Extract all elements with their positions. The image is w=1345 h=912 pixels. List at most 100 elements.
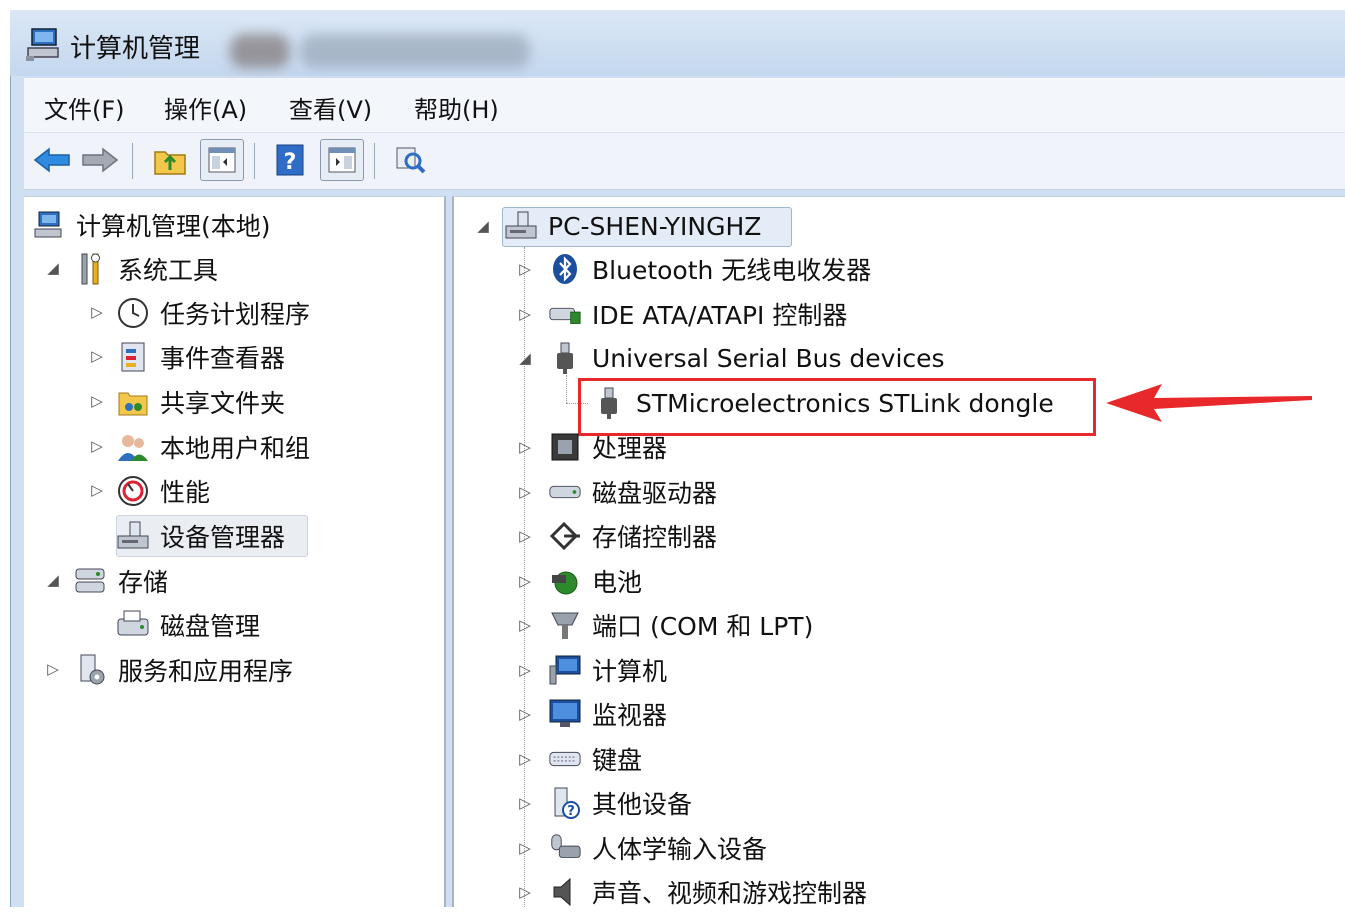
- expand-arrow-icon[interactable]: ▷: [90, 303, 104, 321]
- tree-label: 声音、视频和游戏控制器: [592, 879, 868, 908]
- device-category-sound-video[interactable]: 声音、视频和游戏控制器: [548, 872, 867, 912]
- disk-management-icon: [116, 608, 150, 642]
- window-title: 计算机管理: [70, 34, 201, 64]
- tree-item-local-users-groups[interactable]: 本地用户和组: [116, 427, 310, 467]
- tree-label: STMicroelectronics STLink dongle: [636, 388, 1054, 418]
- speaker-icon: [548, 875, 582, 909]
- tree-label: 人体学输入设备: [592, 835, 768, 864]
- up-folder-icon[interactable]: [150, 139, 190, 181]
- monitor-icon: [548, 697, 582, 731]
- tree-item-system-tools[interactable]: 系统工具: [74, 249, 218, 289]
- device-category-storage-controllers[interactable]: 存储控制器: [548, 516, 717, 556]
- device-category-ports[interactable]: 端口 (COM 和 LPT): [548, 605, 813, 645]
- collapse-arrow-icon[interactable]: ◢: [46, 259, 60, 277]
- tree-label: PC-SHEN-YINGHZ: [548, 211, 762, 241]
- device-tree[interactable]: ◢ PC-SHEN-YINGHZ ▷ Bluetooth 无线电收发器 ▷ ID…: [452, 196, 1345, 908]
- device-stlink-dongle[interactable]: STMicroelectronics STLink dongle: [592, 383, 1054, 423]
- battery-icon: [548, 564, 582, 598]
- services-icon: [74, 653, 108, 687]
- expand-arrow-icon[interactable]: ▷: [518, 750, 532, 768]
- device-category-ide-controller[interactable]: IDE ATA/ATAPI 控制器: [548, 294, 847, 334]
- device-category-other-devices[interactable]: ? 其他设备: [548, 783, 692, 823]
- tree-item-services-applications[interactable]: 服务和应用程序: [74, 650, 293, 690]
- tree-item-task-scheduler[interactable]: 任务计划程序: [116, 293, 310, 333]
- storage-icon: [74, 564, 108, 598]
- collapse-arrow-icon[interactable]: ◢: [46, 571, 60, 589]
- tree-label: IDE ATA/ATAPI 控制器: [592, 301, 848, 330]
- device-category-battery[interactable]: 电池: [548, 561, 642, 601]
- expand-arrow-icon[interactable]: ▷: [518, 794, 532, 812]
- expand-arrow-icon[interactable]: ▷: [518, 661, 532, 679]
- expand-arrow-icon[interactable]: ▷: [518, 260, 532, 278]
- tree-item-event-viewer[interactable]: 事件查看器: [116, 337, 285, 377]
- device-category-disk-drives[interactable]: 磁盘驱动器: [548, 472, 717, 512]
- port-connector-icon: [548, 608, 582, 642]
- tree-label: Bluetooth 无线电收发器: [592, 256, 872, 285]
- expand-arrow-icon[interactable]: ▷: [518, 305, 532, 323]
- collapse-arrow-icon[interactable]: ◢: [518, 349, 532, 367]
- tree-label: 电池: [592, 568, 643, 597]
- expand-arrow-icon[interactable]: ▷: [518, 705, 532, 723]
- expand-arrow-icon[interactable]: ▷: [518, 527, 532, 545]
- tools-icon: [74, 252, 108, 286]
- tree-item-shared-folders[interactable]: 共享文件夹: [116, 382, 285, 422]
- computer-monitor-icon: [548, 653, 582, 687]
- expand-arrow-icon[interactable]: ▷: [90, 392, 104, 410]
- collapse-arrow-icon[interactable]: ◢: [476, 217, 490, 235]
- action-pane-icon[interactable]: [320, 139, 364, 181]
- tree-label: 存储控制器: [592, 523, 718, 552]
- tree-label: 其他设备: [592, 790, 693, 819]
- device-category-monitor[interactable]: 监视器: [548, 694, 667, 734]
- tree-label: 共享文件夹: [160, 389, 286, 418]
- tree-label: 磁盘驱动器: [592, 479, 718, 508]
- tree-label: 计算机: [592, 657, 668, 686]
- menu-view[interactable]: 查看(V): [289, 90, 372, 125]
- device-category-usb-devices[interactable]: Universal Serial Bus devices: [548, 338, 945, 378]
- tree-label: 存储: [118, 568, 169, 597]
- expand-arrow-icon[interactable]: ▷: [46, 660, 60, 678]
- bluetooth-icon: [548, 252, 582, 286]
- device-category-hid[interactable]: 人体学输入设备: [548, 828, 767, 868]
- expand-arrow-icon[interactable]: ▷: [90, 347, 104, 365]
- expand-arrow-icon[interactable]: ▷: [518, 572, 532, 590]
- menu-action[interactable]: 操作(A): [164, 90, 247, 125]
- tree-root-computer-management[interactable]: 计算机管理(本地): [32, 205, 271, 245]
- usb-plug-icon: [548, 341, 582, 375]
- tree-label: 任务计划程序: [160, 300, 311, 329]
- tree-label: 本地用户和组: [160, 434, 311, 463]
- device-category-bluetooth[interactable]: Bluetooth 无线电收发器: [548, 249, 871, 289]
- title-bar[interactable]: 计算机管理: [10, 10, 1345, 76]
- expand-arrow-icon[interactable]: ▷: [518, 616, 532, 634]
- menu-file[interactable]: 文件(F): [44, 90, 125, 125]
- shared-folder-icon: [116, 385, 150, 419]
- device-category-processor[interactable]: 处理器: [548, 427, 667, 467]
- tree-label: 端口 (COM 和 LPT): [592, 612, 814, 641]
- show-hide-tree-icon[interactable]: [200, 139, 244, 181]
- expand-arrow-icon[interactable]: ▷: [518, 438, 532, 456]
- help-icon[interactable]: ?: [270, 139, 310, 181]
- device-tree-root[interactable]: PC-SHEN-YINGHZ: [504, 206, 761, 246]
- blurred-region: [300, 34, 530, 68]
- expand-arrow-icon[interactable]: ▷: [518, 839, 532, 857]
- computer-management-icon: [32, 208, 66, 242]
- computer-management-icon: [24, 26, 64, 62]
- tree-item-device-manager[interactable]: 设备管理器: [116, 516, 285, 556]
- device-category-keyboard[interactable]: 键盘: [548, 739, 642, 779]
- tree-connector: [566, 375, 567, 403]
- menu-help[interactable]: 帮助(H): [414, 90, 499, 125]
- tree-label: 处理器: [592, 434, 668, 463]
- properties-icon[interactable]: [390, 139, 430, 181]
- tree-item-storage[interactable]: 存储: [74, 561, 168, 601]
- clock-icon: [116, 296, 150, 330]
- expand-arrow-icon[interactable]: ▷: [90, 481, 104, 499]
- navigation-tree[interactable]: 计算机管理(本地) ◢ 系统工具 ▷ 任务计划程序 ▷ 事件查看器 ▷ 共享文件…: [24, 196, 446, 907]
- toolbar-separator: [254, 143, 255, 179]
- expand-arrow-icon[interactable]: ▷: [90, 437, 104, 455]
- tree-item-disk-management[interactable]: 磁盘管理: [116, 605, 260, 645]
- tree-item-performance[interactable]: 性能: [116, 471, 210, 511]
- expand-arrow-icon[interactable]: ▷: [518, 883, 532, 901]
- device-category-computer[interactable]: 计算机: [548, 650, 667, 690]
- forward-icon[interactable]: [80, 139, 120, 181]
- expand-arrow-icon[interactable]: ▷: [518, 483, 532, 501]
- back-icon[interactable]: [32, 139, 72, 181]
